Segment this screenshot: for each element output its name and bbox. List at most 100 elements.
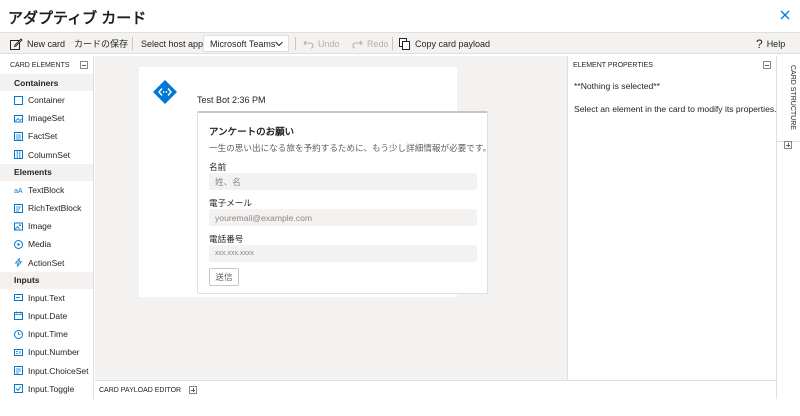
payload-editor-bar[interactable]: CARD PAYLOAD EDITOR — [95, 380, 776, 399]
factset-icon — [14, 131, 23, 141]
card-elements-header: CARD ELEMENTS — [0, 56, 93, 74]
palette-item-input-date[interactable]: Input.Date — [0, 307, 93, 325]
palette-item-label: Container — [28, 95, 65, 106]
input-number-icon — [14, 348, 23, 356]
host-app-value: Microsoft Teams — [210, 38, 276, 49]
element-properties-header: ELEMENT PROPERTIES — [568, 56, 776, 74]
element-properties-panel: ELEMENT PROPERTIES **Nothing is selected… — [567, 56, 777, 380]
palette-item-label: FactSet — [28, 131, 58, 142]
toolbar: New card カードの保存 Select host app: Microso… — [0, 32, 800, 54]
palette-item-label: Input.Text — [28, 292, 65, 303]
actionset-icon — [14, 258, 23, 267]
input-text-icon — [14, 294, 23, 302]
toolbar-divider — [132, 37, 133, 50]
palette-item-factset[interactable]: FactSet — [0, 127, 93, 145]
group-inputs: Inputs — [0, 271, 93, 289]
richtextblock-icon — [14, 203, 23, 213]
columnset-icon — [14, 150, 23, 160]
palette-item-label: ColumnSet — [28, 149, 71, 160]
group-elements: Elements — [0, 163, 93, 181]
palette-item-input-choiceset[interactable]: Input.ChoiceSet — [0, 361, 93, 379]
name-input[interactable]: 姓、名 — [209, 173, 477, 190]
card-designer-app: アダプティブ カード New card カードの保存 Select host a… — [0, 0, 800, 416]
card-title[interactable]: アンケートのお願い — [209, 124, 294, 138]
help-label: Help — [766, 38, 786, 49]
redo-label: Redo — [367, 38, 389, 49]
input-date-icon — [14, 311, 23, 321]
palette-item-input-toggle[interactable]: Input.Toggle — [0, 380, 93, 398]
image-icon — [14, 222, 23, 231]
new-card-label: New card — [27, 38, 66, 49]
group-containers: Containers — [0, 74, 93, 91]
name-field-label[interactable]: 名前 — [209, 161, 226, 173]
redo-icon — [352, 40, 363, 48]
undo-icon — [303, 40, 314, 48]
media-icon — [14, 239, 23, 249]
imageset-icon — [14, 114, 23, 123]
copy-payload-button[interactable]: Copy card payload — [399, 33, 490, 54]
copy-payload-label: Copy card payload — [415, 38, 491, 49]
card-description[interactable]: 一生の思い出になる旅を予約するために、もう少し詳細情報が必要です。 — [209, 142, 491, 154]
palette-item-image[interactable]: Image — [0, 217, 93, 235]
help-button[interactable]: ? Help — [756, 33, 785, 54]
close-icon[interactable] — [778, 8, 792, 22]
window-title: アダプティブ カード — [8, 10, 147, 27]
palette-item-richtextblock[interactable]: RichTextBlock — [0, 199, 93, 217]
palette-item-actionset[interactable]: ActionSet — [0, 254, 93, 272]
card-structure-tab[interactable]: CARD STRUCTURE — [776, 56, 800, 399]
palette-item-label: Input.Number — [28, 347, 80, 358]
palette-item-label: Input.Toggle — [28, 383, 75, 394]
email-input[interactable]: youremail@example.com — [209, 209, 477, 226]
designer-canvas: Test Bot 2:36 PM アンケートのお願い 一生の思い出になる旅を予約… — [95, 56, 567, 380]
input-toggle-icon — [14, 384, 23, 394]
properties-hint-text: Select an element in the card to modify … — [574, 104, 777, 114]
copy-icon — [399, 37, 410, 50]
submit-button[interactable]: 送信 — [209, 268, 239, 286]
chevron-down-icon — [275, 41, 283, 47]
palette-item-label: Input.ChoiceSet — [28, 365, 89, 376]
container-icon — [14, 95, 23, 105]
help-icon: ? — [756, 36, 763, 51]
card-elements-panel: CARD ELEMENTS Containers Container Image… — [0, 56, 94, 399]
palette-item-input-text[interactable]: Input.Text — [0, 289, 93, 307]
palette-item-label: Input.Time — [28, 329, 68, 340]
undo-button[interactable]: Undo — [303, 33, 340, 54]
new-card-button[interactable]: New card — [10, 33, 65, 54]
palette-item-label: Image — [28, 221, 52, 232]
save-card-button[interactable]: カードの保存 — [74, 33, 128, 54]
redo-button[interactable]: Redo — [352, 33, 389, 54]
new-card-icon — [10, 37, 23, 50]
nothing-selected-text: **Nothing is selected** — [574, 81, 660, 91]
adaptive-card[interactable]: アンケートのお願い 一生の思い出になる旅を予約するために、もう少し詳細情報が必要… — [197, 111, 491, 294]
palette-item-media[interactable]: Media — [0, 235, 93, 253]
card-elements-title: CARD ELEMENTS — [10, 61, 70, 69]
palette-item-columnset[interactable]: ColumnSet — [0, 146, 93, 164]
palette-item-container[interactable]: Container — [0, 91, 93, 109]
email-field-label[interactable]: 電子メール — [209, 197, 252, 209]
host-app-select[interactable]: Microsoft Teams — [203, 35, 289, 52]
host-app-label-text: Select host app: — [141, 38, 206, 49]
collapse-icon[interactable] — [80, 61, 88, 69]
textblock-icon: aA — [14, 188, 23, 194]
collapse-icon[interactable] — [763, 61, 771, 69]
card-structure-label: CARD STRUCTURE — [789, 65, 796, 130]
undo-label: Undo — [318, 38, 340, 49]
palette-item-textblock[interactable]: aA TextBlock — [0, 181, 93, 199]
phone-field-label[interactable]: 電話番号 — [209, 233, 243, 245]
phone-input[interactable]: xxx.xxx.xxxx — [209, 245, 477, 262]
palette-item-label: Media — [28, 239, 52, 250]
input-choiceset-icon — [14, 366, 23, 376]
title-bar: アダプティブ カード — [0, 0, 800, 32]
svg-text:aA: aA — [14, 188, 23, 194]
element-properties-title: ELEMENT PROPERTIES — [573, 61, 653, 69]
palette-item-label: ActionSet — [28, 257, 65, 268]
palette-item-input-time[interactable]: Input.Time — [0, 325, 93, 343]
payload-editor-label: CARD PAYLOAD EDITOR — [99, 386, 182, 394]
palette-item-input-number[interactable]: Input.Number — [0, 343, 93, 361]
expand-icon[interactable] — [784, 141, 792, 149]
bot-avatar-icon — [153, 80, 177, 104]
palette-item-label: Input.Date — [28, 310, 68, 321]
input-time-icon — [14, 329, 23, 339]
expand-icon[interactable] — [189, 386, 198, 394]
palette-item-imageset[interactable]: ImageSet — [0, 109, 93, 127]
